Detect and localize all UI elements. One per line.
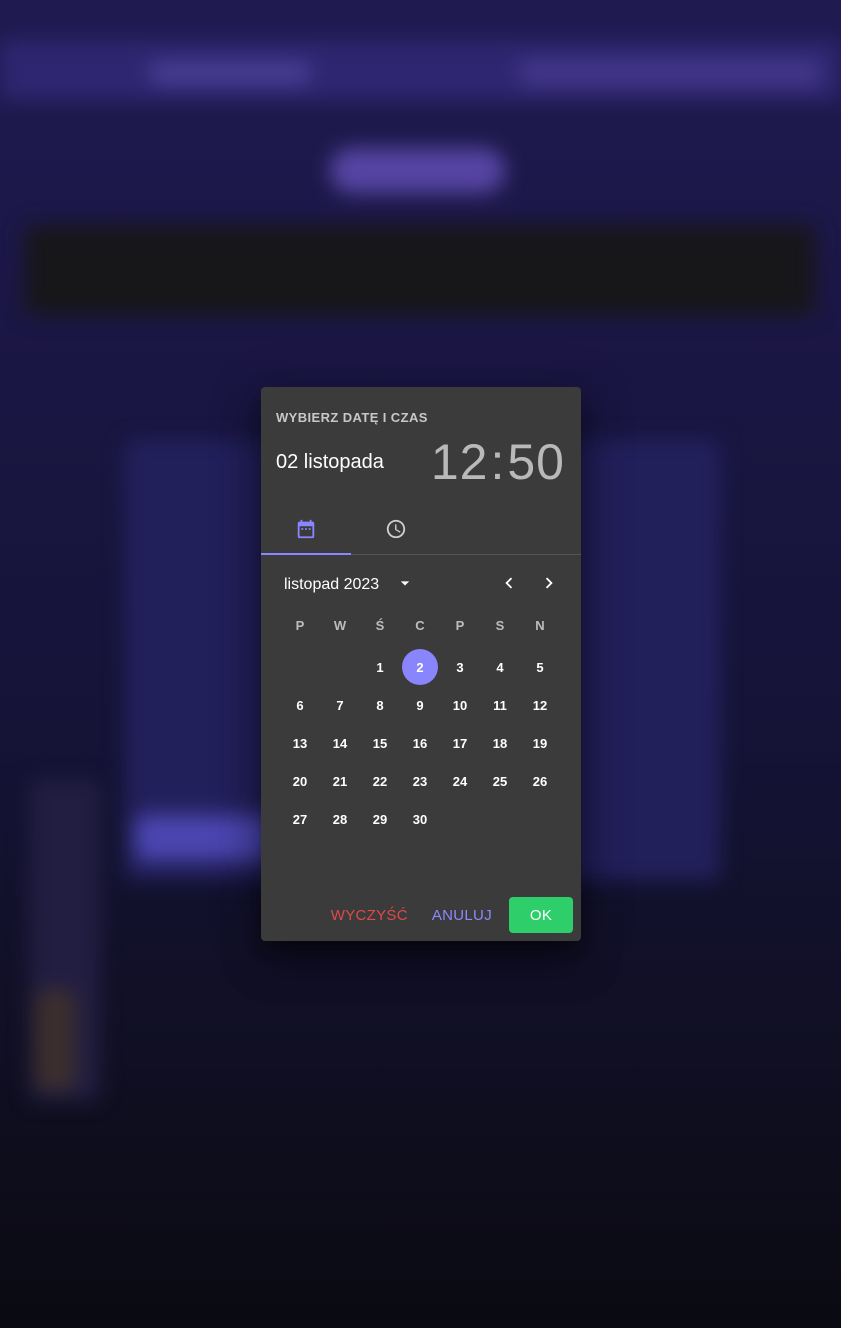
time-hours[interactable]: 12 <box>431 433 489 491</box>
calendar-day[interactable]: 22 <box>362 763 398 799</box>
previous-month-button[interactable] <box>495 571 523 599</box>
calendar-day[interactable]: 21 <box>322 763 358 799</box>
calendar-day[interactable]: 19 <box>522 725 558 761</box>
ok-button[interactable]: OK <box>509 897 573 933</box>
selected-time[interactable]: 12:50 <box>431 433 565 491</box>
calendar-day[interactable]: 4 <box>482 649 518 685</box>
calendar-day[interactable]: 3 <box>442 649 478 685</box>
calendar-day[interactable]: 9 <box>402 687 438 723</box>
calendar-day[interactable]: 17 <box>442 725 478 761</box>
calendar-day[interactable]: 14 <box>322 725 358 761</box>
month-year-label[interactable]: listopad 2023 <box>284 576 379 594</box>
weekday-header: PWŚCPSN <box>280 618 560 638</box>
dialog-actions: WYCZYŚĆ ANULUJ OK <box>323 897 573 933</box>
calendar-day[interactable]: 30 <box>402 801 438 837</box>
calendar-day[interactable]: 18 <box>482 725 518 761</box>
calendar-day[interactable]: 1 <box>362 649 398 685</box>
next-month-button[interactable] <box>535 571 563 599</box>
tab-date[interactable] <box>261 507 351 555</box>
calendar-day[interactable]: 10 <box>442 687 478 723</box>
weekday-label: W <box>333 618 347 633</box>
chevron-right-icon <box>538 572 560 599</box>
calendar-day[interactable]: 23 <box>402 763 438 799</box>
weekday-label: P <box>295 618 305 633</box>
selected-date[interactable]: 02 listopada <box>276 451 384 474</box>
calendar-day[interactable]: 24 <box>442 763 478 799</box>
calendar-day[interactable]: 26 <box>522 763 558 799</box>
cancel-button[interactable]: ANULUJ <box>424 897 500 933</box>
date-time-picker-dialog: WYBIERZ DATĘ I CZAS 02 listopada 12:50 l… <box>261 387 581 941</box>
calendar-day[interactable]: 6 <box>282 687 318 723</box>
chevron-left-icon <box>498 572 520 599</box>
clear-button[interactable]: WYCZYŚĆ <box>323 897 416 933</box>
calendar-day[interactable]: 27 <box>282 801 318 837</box>
calendar-day[interactable]: 15 <box>362 725 398 761</box>
calendar-icon <box>295 518 317 545</box>
dialog-title: WYBIERZ DATĘ I CZAS <box>276 410 428 425</box>
calendar-day[interactable]: 25 <box>482 763 518 799</box>
weekday-label: N <box>535 618 545 633</box>
calendar-day[interactable]: 5 <box>522 649 558 685</box>
caret-down-icon <box>395 573 415 598</box>
weekday-label: P <box>455 618 465 633</box>
calendar-day[interactable]: 12 <box>522 687 558 723</box>
weekday-label: S <box>495 618 505 633</box>
calendar-day[interactable]: 29 <box>362 801 398 837</box>
month-header: listopad 2023 <box>261 567 581 603</box>
weekday-label: Ś <box>375 618 385 633</box>
month-dropdown-button[interactable] <box>395 575 415 595</box>
tab-indicator <box>261 553 351 555</box>
calendar-day[interactable]: 13 <box>282 725 318 761</box>
calendar-day[interactable]: 8 <box>362 687 398 723</box>
calendar-day[interactable]: 20 <box>282 763 318 799</box>
time-separator: : <box>490 434 506 490</box>
calendar-day[interactable]: 7 <box>322 687 358 723</box>
weekday-label: C <box>415 618 425 633</box>
tab-time[interactable] <box>351 507 441 555</box>
calendar-day-selected[interactable]: 2 <box>402 649 438 685</box>
calendar-day[interactable]: 11 <box>482 687 518 723</box>
time-minutes[interactable]: 50 <box>507 433 565 491</box>
clock-icon <box>385 518 407 545</box>
calendar-day[interactable]: 16 <box>402 725 438 761</box>
picker-tabs <box>261 507 581 555</box>
calendar-day[interactable]: 28 <box>322 801 358 837</box>
